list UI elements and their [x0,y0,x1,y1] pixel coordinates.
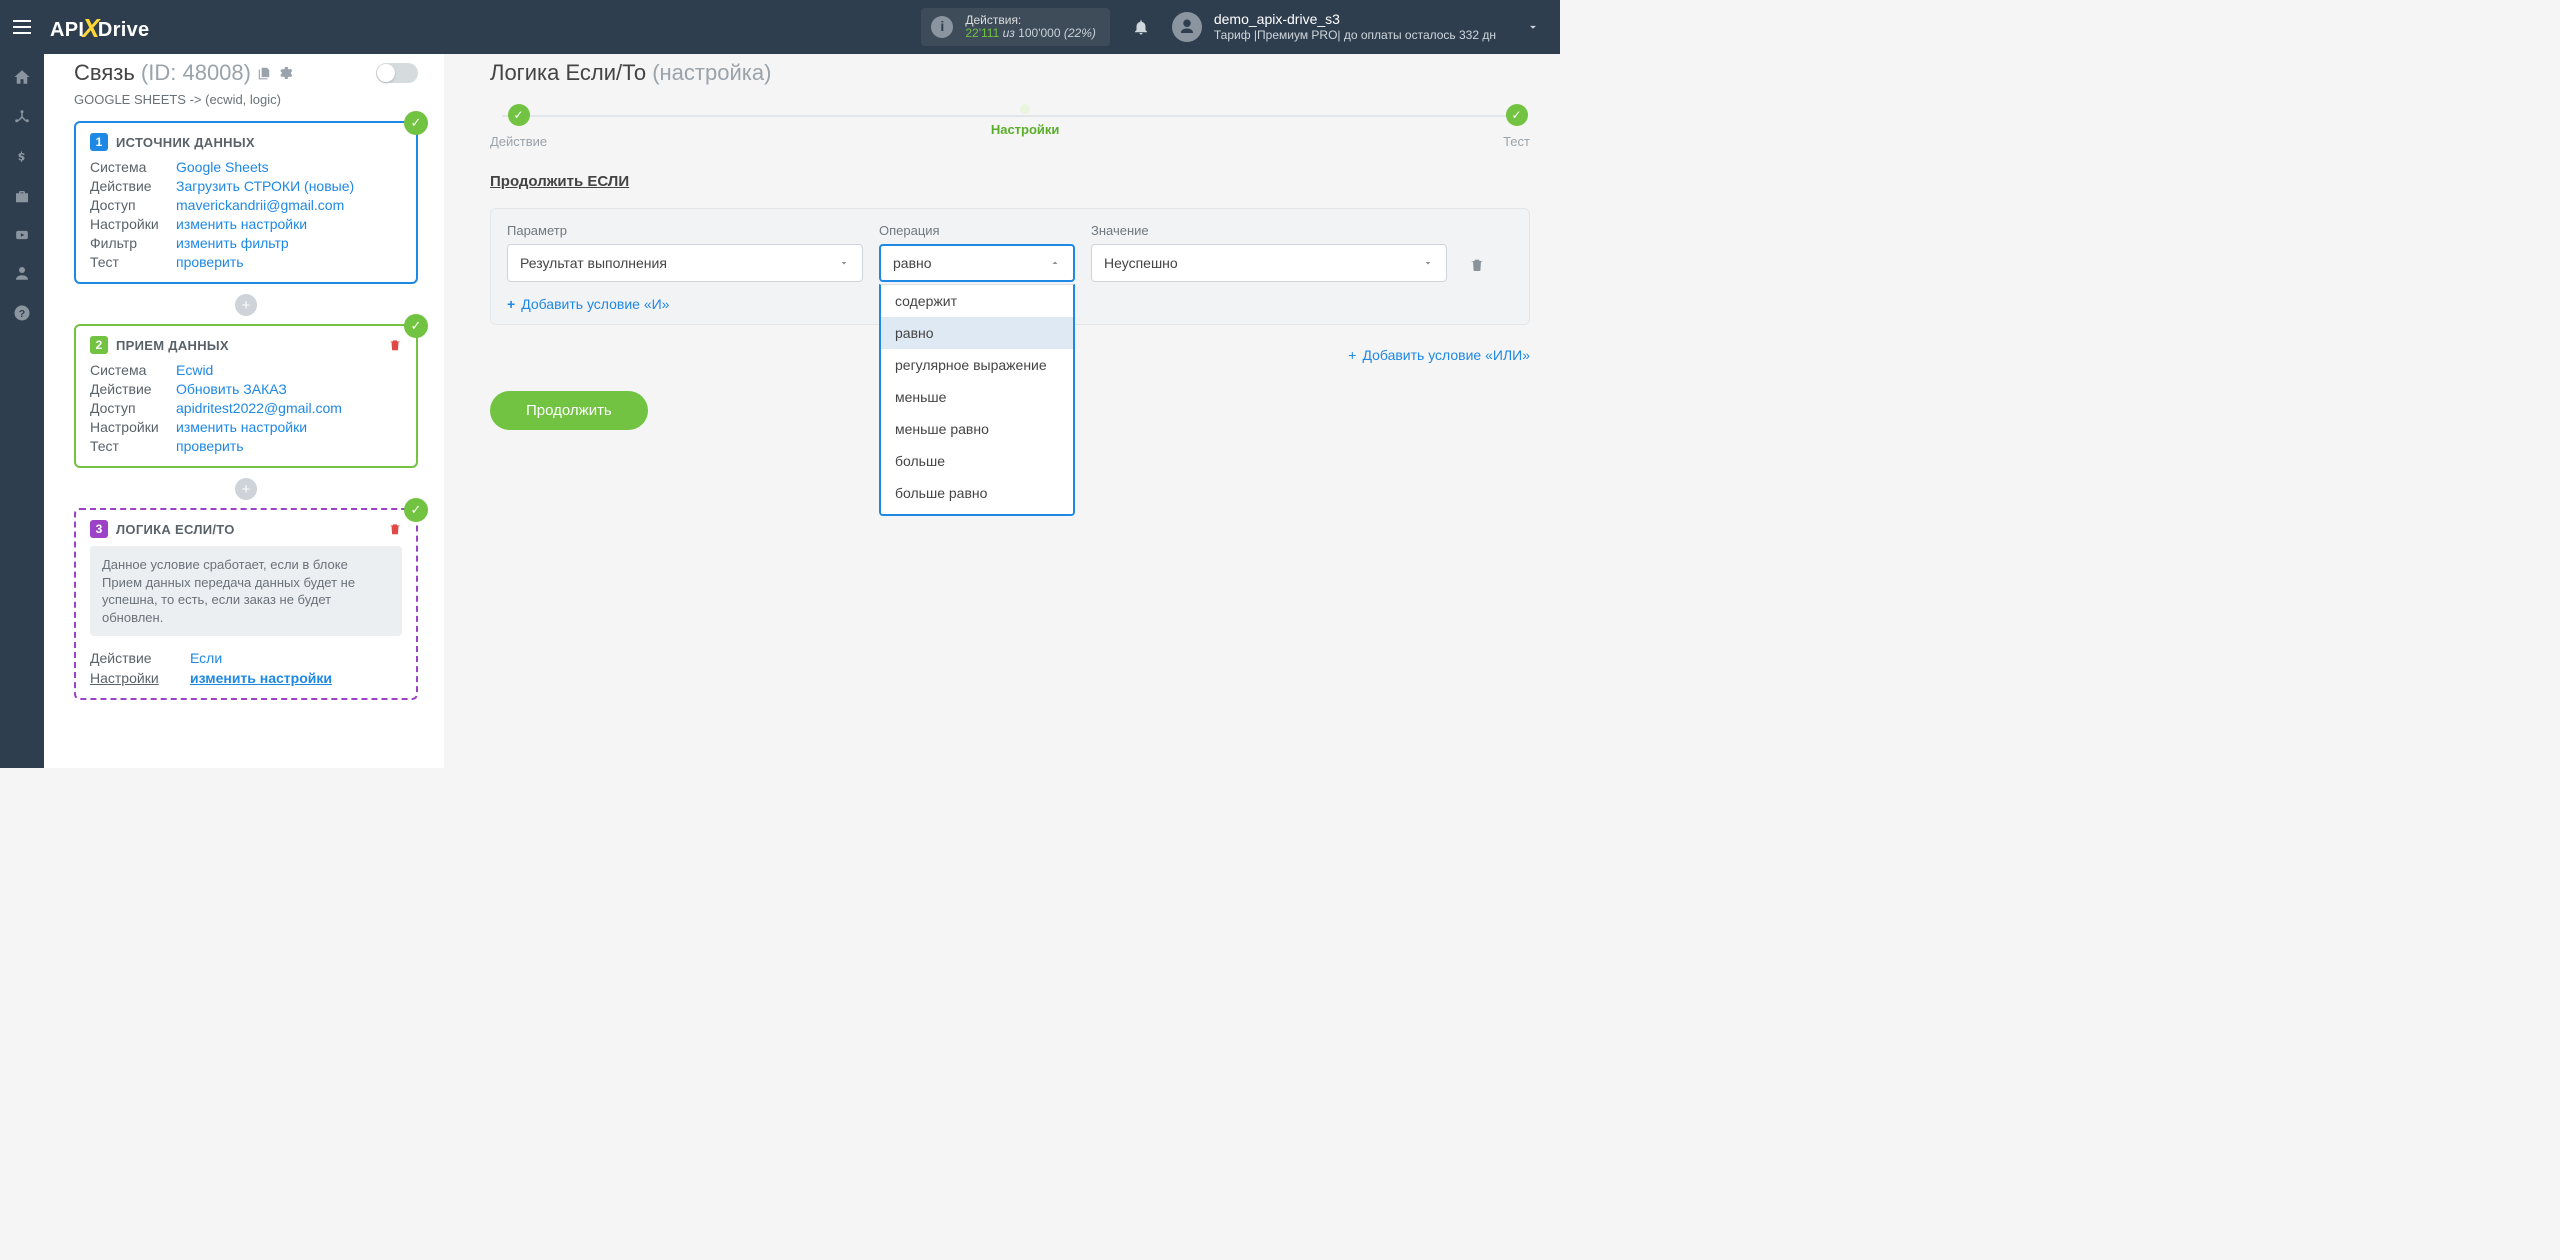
logic-action-link[interactable]: Если [190,650,222,666]
logic-note: Данное условие сработает, если в блоке П… [90,546,402,636]
value-label: Значение [1091,223,1447,238]
delete-block-icon[interactable] [388,521,402,537]
value-select[interactable]: Неуспешно [1091,244,1447,282]
logic-settings-link[interactable]: изменить настройки [190,670,332,686]
account-icon[interactable] [13,264,31,282]
operation-option[interactable]: содержит [881,285,1073,317]
info-icon: i [931,16,953,38]
dest-test-link[interactable]: проверить [176,438,244,454]
topbar: APIXDrive i Действия: 22'111 из 100'000 … [0,0,1560,54]
chevron-down-icon[interactable] [1526,20,1540,34]
operation-select[interactable]: равно содержитравнорегулярное выражением… [879,244,1075,282]
step-test[interactable]: Тест [1503,104,1530,149]
user-menu[interactable]: demo_apix-drive_s3 Тариф |Премиум PRO| д… [1172,10,1560,44]
param-label: Параметр [507,223,863,238]
source-block: ✓ 1 ИСТОЧНИК ДАННЫХ СистемаGoogle Sheets… [74,121,418,284]
connection-title: Связь (ID: 48008) [74,60,251,86]
add-block-button[interactable]: + [235,478,257,500]
check-icon: ✓ [404,111,428,135]
section-title: Продолжить ЕСЛИ [490,173,1530,190]
logic-block: ✓ 3 ЛОГИКА ЕСЛИ/ТО Данное условие сработ… [74,508,418,700]
operation-option[interactable]: больше равно [881,477,1073,509]
page-title: Логика Если/То (настройка) [490,60,1530,86]
user-name: demo_apix-drive_s3 [1214,10,1496,28]
step-number: 2 [90,336,108,354]
svg-text:?: ? [19,308,25,320]
source-system-link[interactable]: Google Sheets [176,159,269,175]
step-action[interactable]: Действие [490,104,547,149]
source-filter-link[interactable]: изменить фильтр [176,235,289,251]
video-icon[interactable] [13,228,31,242]
chevron-down-icon [1422,257,1434,269]
dest-system-link[interactable]: Ecwid [176,362,213,378]
condition-box: Параметр Результат выполнения Операция р… [490,208,1530,325]
step-number: 1 [90,133,108,151]
operation-option[interactable]: меньше [881,381,1073,413]
wizard-steps: Действие Настройки Тест [490,104,1530,149]
chevron-up-icon [1049,257,1061,269]
connections-icon[interactable] [13,108,31,126]
source-test-link[interactable]: проверить [176,254,244,270]
connection-subtitle: GOOGLE SHEETS -> (ecwid, logic) [74,92,418,107]
billing-icon[interactable] [16,148,28,166]
delete-block-icon[interactable] [388,337,402,353]
connection-panel: Связь (ID: 48008) GOOGLE SHEETS -> (ecwi… [44,54,444,768]
chevron-down-icon [838,257,850,269]
step-settings[interactable]: Настройки [991,104,1060,137]
source-settings-link[interactable]: изменить настройки [176,216,307,232]
menu-button[interactable] [0,0,44,54]
add-or-condition[interactable]: +Добавить условие «ИЛИ» [1348,347,1530,363]
sidebar: ? [0,54,44,768]
operation-option[interactable]: меньше равно [881,413,1073,445]
delete-condition-icon[interactable] [1469,256,1485,274]
step-number: 3 [90,520,108,538]
help-icon[interactable]: ? [13,304,31,322]
user-tariff: Тариф |Премиум PRO| до оплаты осталось 3… [1214,28,1496,44]
avatar-icon [1172,12,1202,42]
operation-option[interactable]: равно [881,317,1073,349]
dest-access-link[interactable]: apidritest2022@gmail.com [176,400,342,416]
notifications-icon[interactable] [1132,18,1150,36]
source-access-link[interactable]: maverickandrii@gmail.com [176,197,344,213]
dest-action-link[interactable]: Обновить ЗАКАЗ [176,381,287,397]
operation-option[interactable]: пустое [881,509,1073,516]
logo[interactable]: APIXDrive [50,12,149,43]
copy-icon[interactable] [257,65,271,81]
operation-option[interactable]: больше [881,445,1073,477]
continue-button[interactable]: Продолжить [490,391,648,430]
dest-settings-link[interactable]: изменить настройки [176,419,307,435]
check-icon: ✓ [404,498,428,522]
briefcase-icon[interactable] [13,188,31,206]
home-icon[interactable] [13,68,31,86]
gear-icon[interactable] [277,65,293,81]
check-icon: ✓ [404,314,428,338]
source-action-link[interactable]: Загрузить СТРОКИ (новые) [176,178,354,194]
operation-option[interactable]: регулярное выражение [881,349,1073,381]
param-select[interactable]: Результат выполнения [507,244,863,282]
operation-dropdown: содержитравнорегулярное выражениеменьшем… [879,284,1075,516]
destination-block: ✓ 2 ПРИЕМ ДАННЫХ СистемаEcwid ДействиеОб… [74,324,418,468]
add-block-button[interactable]: + [235,294,257,316]
actions-counter[interactable]: i Действия: 22'111 из 100'000 (22%) [921,8,1110,46]
connection-toggle[interactable] [376,63,418,83]
main-panel: Логика Если/То (настройка) Действие Наст… [444,54,1560,768]
operation-label: Операция [879,223,1075,238]
